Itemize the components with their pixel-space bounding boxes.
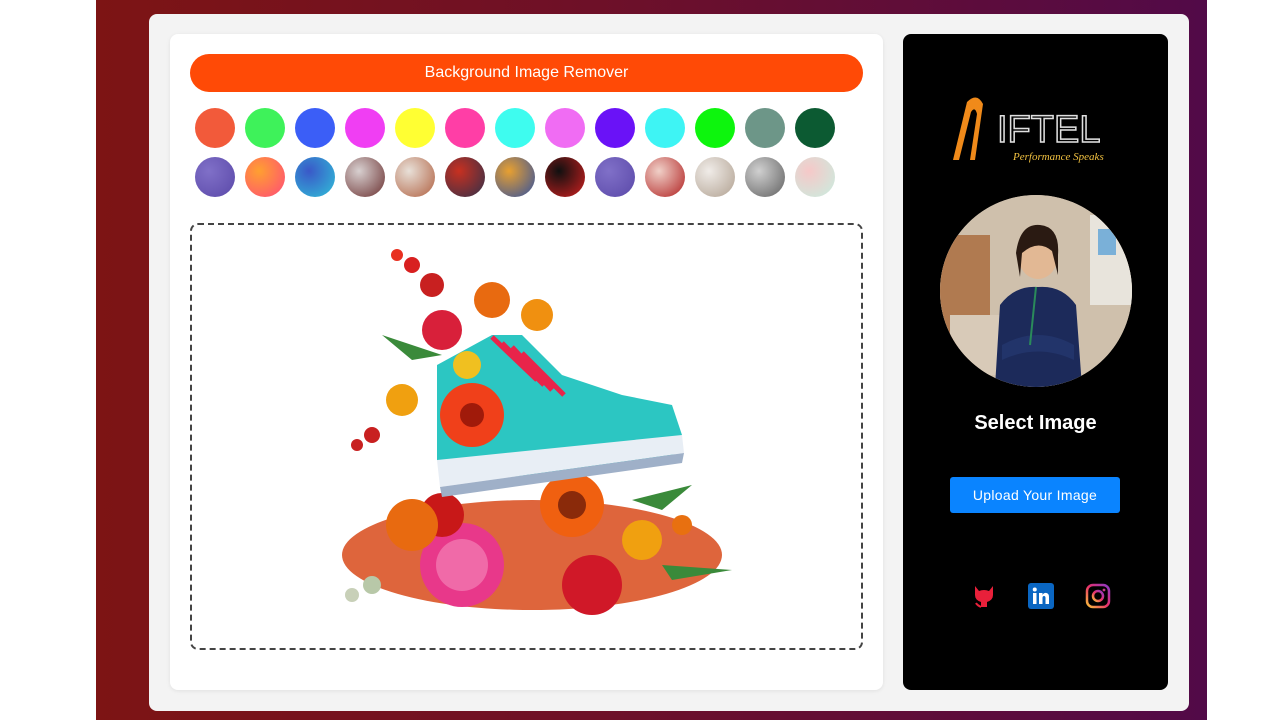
- color-swatch[interactable]: [445, 108, 485, 148]
- background-image-swatch-orange-pink-gradient[interactable]: [245, 157, 285, 197]
- color-swatch[interactable]: [195, 108, 235, 148]
- logo-wordmark: IFTEL: [997, 109, 1100, 151]
- background-image-swatch-purple-marble-2[interactable]: [595, 157, 635, 197]
- background-image-swatch-grey-bubbles[interactable]: [745, 157, 785, 197]
- color-swatch[interactable]: [545, 108, 585, 148]
- background-image-swatch-dark-red-drop[interactable]: [545, 157, 585, 197]
- background-image-swatch-pastel-pink-teal[interactable]: [795, 157, 835, 197]
- preview-image: [342, 249, 732, 615]
- profile-avatar: [940, 195, 1132, 387]
- color-swatch[interactable]: [495, 108, 535, 148]
- color-swatch[interactable]: [645, 108, 685, 148]
- linkedin-icon[interactable]: [1028, 583, 1054, 609]
- background-image-swatch-colorful-ink[interactable]: [445, 157, 485, 197]
- color-swatch[interactable]: [595, 108, 635, 148]
- color-swatch[interactable]: [295, 108, 335, 148]
- color-swatch[interactable]: [745, 108, 785, 148]
- background-image-swatch-swirl-abstract[interactable]: [345, 157, 385, 197]
- color-swatch[interactable]: [345, 108, 385, 148]
- color-swatch[interactable]: [245, 108, 285, 148]
- background-image-swatch-purple-marble[interactable]: [195, 157, 235, 197]
- color-swatch[interactable]: [695, 108, 735, 148]
- iftel-logo: IFTEL Performance Speaks: [953, 97, 1104, 163]
- github-icon[interactable]: [971, 583, 997, 609]
- background-image-swatch-blue-teal-gradient[interactable]: [295, 157, 335, 197]
- app-title-bar[interactable]: Background Image Remover: [190, 54, 863, 92]
- color-swatch[interactable]: [395, 108, 435, 148]
- image-preview-dropzone[interactable]: [190, 223, 863, 650]
- select-image-title: Select Image: [974, 412, 1097, 434]
- color-swatch[interactable]: [795, 108, 835, 148]
- background-image-swatch-floral-white[interactable]: [395, 157, 435, 197]
- background-image-swatch-white-room[interactable]: [695, 157, 735, 197]
- background-image-swatch-fluid-art[interactable]: [495, 157, 535, 197]
- instagram-icon[interactable]: [1085, 583, 1111, 609]
- logo-tagline: Performance Speaks: [1012, 151, 1104, 163]
- upload-image-button[interactable]: Upload Your Image: [950, 477, 1120, 513]
- background-image-swatch-red-swirl[interactable]: [645, 157, 685, 197]
